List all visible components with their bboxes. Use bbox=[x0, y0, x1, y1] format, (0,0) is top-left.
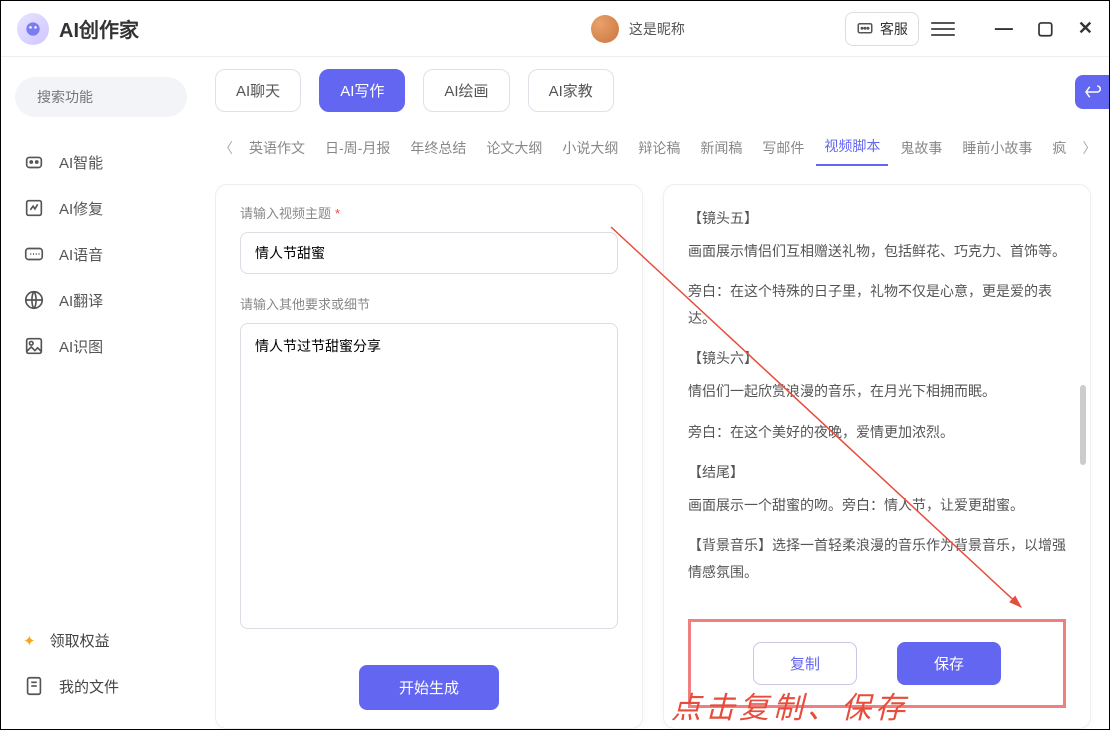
mode-tab-draw[interactable]: AI绘画 bbox=[423, 69, 509, 112]
category-prev[interactable]: 〈 bbox=[215, 134, 237, 162]
mode-tab-tutor[interactable]: AI家教 bbox=[528, 69, 614, 112]
sidebar-item-rewards[interactable]: ✦ 领取权益 bbox=[15, 618, 187, 663]
scrollbar[interactable] bbox=[1080, 385, 1086, 465]
category-item[interactable]: 疯 bbox=[1044, 132, 1074, 164]
sidebar-item-label: 领取权益 bbox=[50, 630, 110, 651]
topic-label: 请输入视频主题* bbox=[240, 203, 618, 222]
sidebar-item-label: 我的文件 bbox=[59, 676, 119, 697]
category-item[interactable]: 年终总结 bbox=[402, 132, 474, 164]
user-nickname: 这是昵称 bbox=[629, 19, 685, 39]
customer-service-button[interactable]: 客服 bbox=[845, 12, 919, 46]
category-item[interactable]: 鬼故事 bbox=[892, 132, 950, 164]
category-item[interactable]: 小说大纲 bbox=[554, 132, 626, 164]
sidebar-item-ai-repair[interactable]: AI修复 bbox=[15, 185, 187, 231]
sidebar-item-ai-image[interactable]: AI识图 bbox=[15, 323, 187, 369]
sidebar-item-label: AI修复 bbox=[59, 198, 103, 219]
generate-button[interactable]: 开始生成 bbox=[359, 665, 499, 710]
category-item[interactable]: 写邮件 bbox=[754, 132, 812, 164]
mode-tab-write[interactable]: AI写作 bbox=[319, 69, 405, 112]
category-item[interactable]: 论文大纲 bbox=[478, 132, 550, 164]
output-actions-highlight: 复制 保存 bbox=[688, 619, 1066, 708]
sidebar-item-ai-voice[interactable]: AI语音 bbox=[15, 231, 187, 277]
category-item[interactable]: 日-周-月报 bbox=[317, 132, 398, 164]
search-field[interactable] bbox=[15, 77, 187, 117]
sidebar-item-label: AI智能 bbox=[59, 152, 103, 173]
menu-icon[interactable] bbox=[931, 17, 955, 41]
category-item-active[interactable]: 视频脚本 bbox=[816, 130, 888, 166]
sidebar-item-label: AI识图 bbox=[59, 336, 103, 357]
app-logo bbox=[17, 13, 49, 45]
search-input[interactable] bbox=[37, 89, 218, 105]
save-button[interactable]: 保存 bbox=[897, 642, 1001, 685]
star-icon: ✦ bbox=[23, 632, 36, 650]
copy-button[interactable]: 复制 bbox=[753, 642, 857, 685]
category-item[interactable]: 辩论稿 bbox=[630, 132, 688, 164]
back-button[interactable] bbox=[1075, 75, 1109, 109]
sidebar-item-ai-translate[interactable]: AI翻译 bbox=[15, 277, 187, 323]
minimize-button[interactable]: — bbox=[995, 18, 1013, 39]
category-item[interactable]: 英语作文 bbox=[241, 132, 313, 164]
sidebar-item-files[interactable]: 我的文件 bbox=[15, 663, 187, 709]
sidebar-item-label: AI语音 bbox=[59, 244, 103, 265]
details-textarea[interactable] bbox=[240, 323, 618, 629]
sidebar-item-label: AI翻译 bbox=[59, 290, 103, 311]
category-item[interactable]: 新闻稿 bbox=[692, 132, 750, 164]
sidebar-item-ai-smart[interactable]: AI智能 bbox=[15, 139, 187, 185]
details-label: 请输入其他要求或细节 bbox=[240, 294, 618, 313]
maximize-button[interactable]: ▢ bbox=[1037, 18, 1054, 39]
close-button[interactable]: ✕ bbox=[1078, 18, 1093, 39]
category-item[interactable]: 睡前小故事 bbox=[954, 132, 1040, 164]
user-avatar[interactable] bbox=[591, 15, 619, 43]
mode-tab-chat[interactable]: AI聊天 bbox=[215, 69, 301, 112]
customer-service-label: 客服 bbox=[880, 19, 908, 39]
category-next[interactable]: 〉 bbox=[1078, 134, 1100, 162]
topic-input[interactable] bbox=[240, 232, 618, 274]
app-title: AI创作家 bbox=[59, 14, 139, 43]
